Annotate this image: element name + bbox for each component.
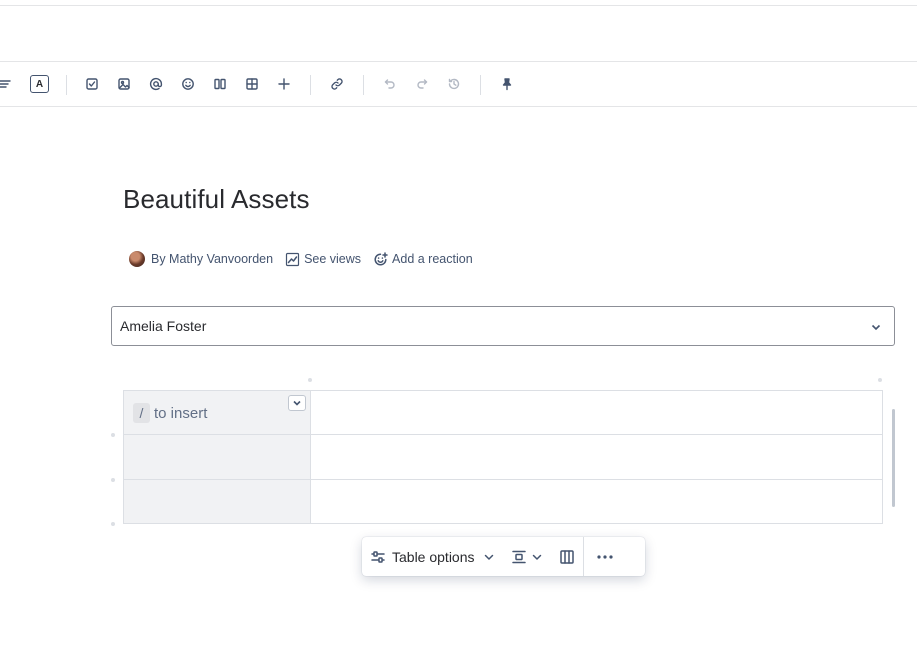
chevron-down-icon <box>293 400 301 406</box>
more-options-button[interactable] <box>584 537 626 576</box>
emoji-icon[interactable] <box>179 75 197 93</box>
table-floating-toolbar: Table options <box>362 537 645 576</box>
table-header-cell[interactable] <box>123 434 311 480</box>
pin-icon[interactable] <box>498 75 516 93</box>
chevron-down-icon <box>484 554 493 560</box>
table-options-button[interactable]: Table options <box>362 537 503 576</box>
mention-icon[interactable] <box>147 75 165 93</box>
table-width-button[interactable] <box>551 537 583 576</box>
undo-icon[interactable] <box>381 75 399 93</box>
row-handle-dot[interactable] <box>111 478 115 482</box>
history-icon[interactable] <box>445 75 463 93</box>
toolbar-divider <box>363 75 364 95</box>
page-byline: By Mathy Vanvoorden See views Add a reac… <box>129 250 485 268</box>
row-handle-dot[interactable] <box>111 522 115 526</box>
add-reaction-icon <box>374 251 388 266</box>
layout-icon[interactable] <box>211 75 229 93</box>
checkbox-icon[interactable] <box>83 75 101 93</box>
add-reaction-label: Add a reaction <box>392 252 473 266</box>
toolbar-divider <box>66 75 67 95</box>
text-color-button[interactable]: A <box>30 75 49 93</box>
top-header-strip <box>0 0 917 6</box>
add-reaction-button[interactable]: Add a reaction <box>373 251 473 267</box>
chevron-down-icon <box>532 554 541 560</box>
editor-toolbar <box>0 61 917 107</box>
table-row <box>123 478 883 525</box>
row-handle-dot[interactable] <box>111 433 115 437</box>
see-views-button[interactable]: See views <box>285 252 361 267</box>
table-cell[interactable] <box>310 434 883 480</box>
more-icon <box>596 554 613 559</box>
chevron-down-icon <box>870 320 882 332</box>
plus-icon[interactable] <box>275 75 293 93</box>
cell-options-button[interactable] <box>288 395 306 411</box>
redo-icon[interactable] <box>413 75 431 93</box>
table-icon[interactable] <box>243 75 261 93</box>
toolbar-divider <box>480 75 481 95</box>
table-header-cell[interactable] <box>123 478 311 525</box>
author-label[interactable]: By Mathy Vanvoorden <box>151 252 273 266</box>
analytics-icon <box>285 252 300 266</box>
align-center-icon <box>511 550 526 563</box>
columns-icon <box>559 549 574 564</box>
align-left-icon[interactable] <box>0 75 14 93</box>
table-cell[interactable] <box>310 478 883 525</box>
page-title[interactable]: Beautiful Assets <box>123 184 310 215</box>
cell-placeholder: / to insert <box>133 403 207 423</box>
table-options-label: Table options <box>392 548 475 565</box>
see-views-label: See views <box>304 252 362 266</box>
content-table: / to insert <box>123 389 883 525</box>
image-icon[interactable] <box>115 75 133 93</box>
placeholder-text: to insert <box>154 404 208 422</box>
sliders-icon <box>371 550 385 563</box>
table-row: / to insert <box>123 389 883 436</box>
table-scrollbar[interactable] <box>892 409 895 507</box>
table-cell[interactable] <box>310 389 883 436</box>
table-alignment-button[interactable] <box>503 537 551 576</box>
person-select-dropdown[interactable]: Amelia Foster <box>111 306 895 346</box>
link-icon[interactable] <box>328 75 346 93</box>
slash-key: / <box>133 403 150 423</box>
table-header-cell[interactable]: / to insert <box>123 389 311 436</box>
column-handle-dot[interactable] <box>308 378 312 382</box>
dropdown-selected-value: Amelia Foster <box>120 318 207 334</box>
avatar[interactable] <box>129 251 145 267</box>
column-handle-dot[interactable] <box>878 378 882 382</box>
toolbar-divider <box>310 75 311 95</box>
table-row <box>123 434 883 480</box>
